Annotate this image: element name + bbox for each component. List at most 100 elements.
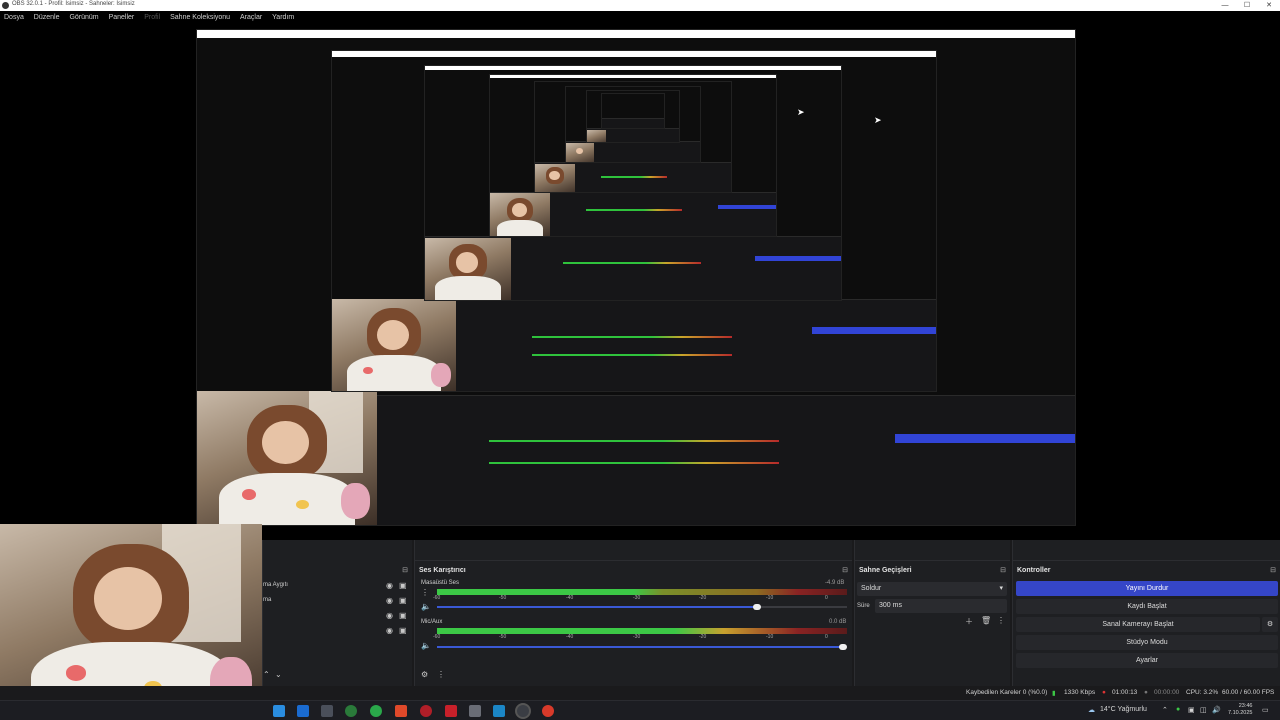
notifications-icon[interactable]: ▭: [1262, 706, 1269, 714]
signal-icon: ▮: [1052, 690, 1056, 697]
menu-help[interactable]: Yardım: [268, 11, 298, 24]
lock-icon[interactable]: ▣: [399, 611, 407, 620]
xbox-icon[interactable]: [345, 705, 357, 717]
sources-dock: ⊟ ma Aygıtı ma ◉ ▣ ◉ ▣ ◉ ▣ ◉ ▣ ⌃ ⌄: [262, 540, 412, 686]
dock-menu-icon[interactable]: ⊟: [842, 566, 848, 574]
taskbar: ☁ 14°C Yağmurlu ⌃ ● ▣ ◫ 🔊 23:46 7.10.202…: [0, 700, 1280, 720]
source-item[interactable]: ma: [263, 597, 271, 603]
chevron-down-icon: ▾: [999, 585, 1003, 592]
vivaldi-icon[interactable]: [445, 705, 457, 717]
source-item[interactable]: ma Aygıtı: [263, 582, 288, 588]
live-icon: ●: [1102, 689, 1106, 696]
tray-app-icon[interactable]: ●: [1176, 706, 1180, 713]
file-explorer-icon[interactable]: [273, 705, 285, 717]
track-db: -4.9 dB: [825, 580, 845, 586]
mixer-settings-icon[interactable]: ⚙: [421, 670, 428, 679]
meter-scale: -60 -50 -40 -30 -20 -10 0: [433, 595, 828, 601]
start-recording-button[interactable]: Kaydı Başlat: [1016, 599, 1278, 614]
opera-icon[interactable]: [420, 705, 432, 717]
move-up-icon[interactable]: ⌃: [263, 670, 270, 679]
stop-streaming-button[interactable]: Yayını Durdur: [1016, 581, 1278, 596]
controls-title: Kontroller: [1017, 567, 1051, 574]
close-button[interactable]: ✕: [1258, 0, 1280, 11]
studio-mode-button[interactable]: Stüdyo Modu: [1016, 635, 1278, 650]
speaker-icon[interactable]: 🔈: [421, 602, 431, 611]
live-time: 01:00:13: [1112, 689, 1138, 696]
brave-icon[interactable]: [395, 705, 407, 717]
steam-icon[interactable]: [493, 705, 505, 717]
rec-icon: ●: [1144, 689, 1148, 696]
tray-app-icon[interactable]: ▣: [1188, 706, 1195, 714]
virtual-camera-settings-button[interactable]: ⚙: [1262, 617, 1278, 632]
lock-icon[interactable]: ▣: [399, 596, 407, 605]
move-down-icon[interactable]: ⌄: [275, 670, 282, 679]
maximize-button[interactable]: ☐: [1236, 0, 1258, 11]
status-bar: Kaybedilen Kareler 0 (%0.0) ▮ 1330 Kbps …: [0, 686, 1280, 700]
gear-icon: ⚙: [1266, 621, 1274, 628]
cpu-usage: CPU: 3.2%: [1186, 689, 1219, 696]
delete-icon[interactable]: 🗑: [981, 616, 991, 625]
track-name: Masaüstü Ses: [421, 580, 460, 586]
dropped-frames: Kaybedilen Kareler 0 (%0.0): [966, 689, 1048, 696]
clock-time: 23:46: [1238, 703, 1253, 709]
menu-profile[interactable]: Profil: [140, 11, 164, 24]
weather-icon: ☁: [1088, 707, 1095, 714]
menu-docks[interactable]: Paneller: [105, 11, 139, 24]
speaker-icon[interactable]: 🔈: [421, 641, 431, 650]
capture-frame-2: [331, 50, 937, 392]
clock[interactable]: 23:46 7.10.2025: [1228, 703, 1252, 717]
chrome-icon[interactable]: [370, 705, 382, 717]
menu-view[interactable]: Görünüm: [65, 11, 102, 24]
menu-bar: Dosya Düzenle Görünüm Paneller Profil Sa…: [0, 11, 1280, 25]
capture-frame-1: [196, 29, 1076, 526]
start-virtual-camera-button[interactable]: Sanal Kamerayı Başlat: [1016, 617, 1260, 632]
fader-handle[interactable]: [839, 644, 847, 650]
transition-select[interactable]: Soldur ▾: [857, 582, 1007, 596]
apps-icon[interactable]: [321, 705, 333, 717]
audio-mixer-title: Ses Karıştırıcı: [419, 567, 466, 574]
duration-input[interactable]: 300 ms: [875, 599, 1007, 613]
bitrate: 1330 Kbps: [1064, 689, 1096, 696]
menu-scene-collection[interactable]: Sahne Koleksiyonu: [166, 11, 234, 24]
fader-handle[interactable]: [753, 604, 761, 610]
menu-edit[interactable]: Düzenle: [30, 11, 64, 24]
store-icon[interactable]: [469, 705, 481, 717]
obs-icon[interactable]: [517, 705, 529, 717]
dock-menu-icon[interactable]: ⊟: [1270, 566, 1276, 574]
menu-tools[interactable]: Araçlar: [236, 11, 266, 24]
lock-icon[interactable]: ▣: [399, 626, 407, 635]
eye-icon[interactable]: ◉: [386, 581, 393, 590]
volume-fader[interactable]: [437, 646, 845, 648]
transitions-dock: Sahne Geçişleri ⊟ Soldur ▾ Süre 300 ms ＋…: [854, 540, 1010, 686]
dock-menu-icon[interactable]: ⊟: [402, 566, 408, 574]
lock-icon[interactable]: ▣: [399, 581, 407, 590]
track-menu-icon[interactable]: ⋮: [421, 588, 429, 597]
dock-menu-icon[interactable]: ⊟: [1000, 566, 1006, 574]
chevron-up-icon[interactable]: ⌃: [1162, 706, 1168, 714]
more-icon[interactable]: ⋮: [997, 616, 1005, 625]
record-app-icon[interactable]: [542, 705, 554, 717]
fps: 60.00 / 60.00 FPS: [1222, 689, 1275, 696]
settings-button[interactable]: Ayarlar: [1016, 653, 1278, 668]
add-icon[interactable]: ＋: [965, 616, 973, 627]
eye-icon[interactable]: ◉: [386, 626, 393, 635]
volume-icon[interactable]: 🔊: [1212, 706, 1221, 714]
volume-fader[interactable]: [437, 606, 757, 608]
webcam-thumbnail: [197, 391, 377, 525]
minimize-button[interactable]: —: [1214, 0, 1236, 11]
mouse-cursor-icon: ➤: [874, 115, 882, 125]
window-title: OBS 32.0.1 - Profil: İsimsiz - Sahneler:…: [12, 1, 135, 7]
network-icon[interactable]: ◫: [1200, 706, 1207, 714]
controls-dock: Kontroller ⊟ Yayını Durdur Kaydı Başlat …: [1012, 540, 1280, 686]
menu-file[interactable]: Dosya: [0, 11, 28, 24]
duration-label: Süre: [857, 603, 870, 609]
outlook-icon[interactable]: [297, 705, 309, 717]
weather-text[interactable]: 14°C Yağmurlu: [1100, 706, 1147, 713]
eye-icon[interactable]: ◉: [386, 596, 393, 605]
preview-canvas[interactable]: ➤ ➤: [0, 25, 1280, 540]
audio-mixer-dock: Ses Karıştırıcı ⊟ Masaüstü Ses -4.9 dB -…: [414, 540, 852, 686]
title-bar: OBS 32.0.1 - Profil: İsimsiz - Sahneler:…: [0, 0, 1280, 11]
mouse-cursor-icon: ➤: [797, 107, 805, 117]
mixer-menu-icon[interactable]: ⋮: [437, 670, 445, 679]
eye-icon[interactable]: ◉: [386, 611, 393, 620]
